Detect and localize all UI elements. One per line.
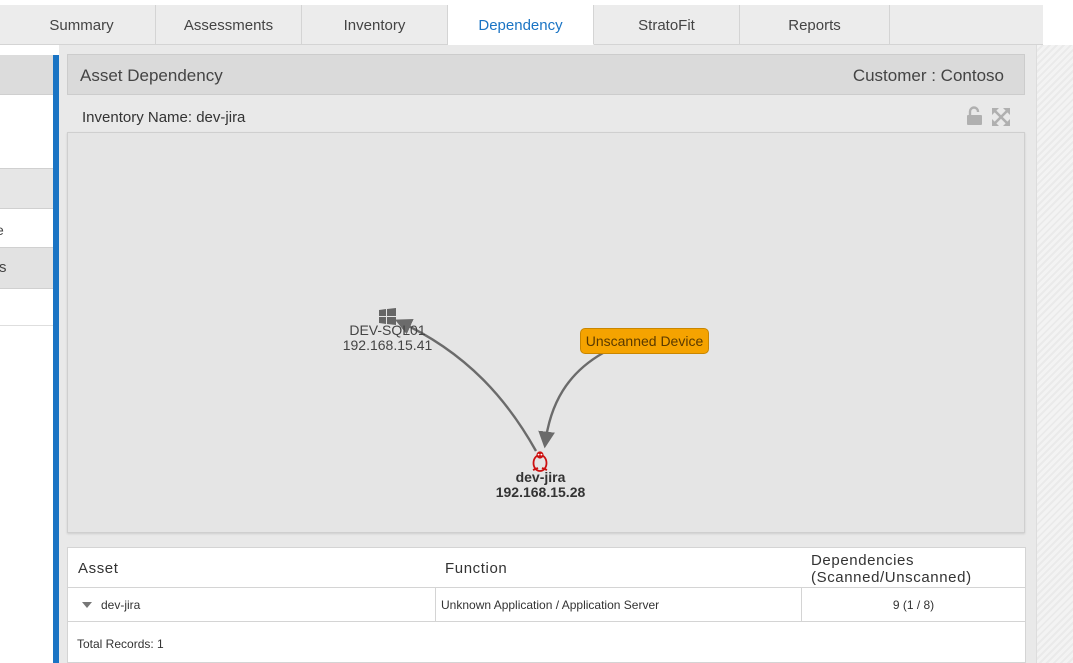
column-header-dependencies-line1: Dependencies bbox=[811, 552, 915, 569]
node-devsql01-ip: 192.168.15.41 bbox=[342, 337, 433, 353]
top-tab-bar: Summary Assessments Inventory Dependency… bbox=[0, 0, 1073, 45]
inventory-name: Inventory Name: dev-jira bbox=[82, 109, 245, 126]
cell-asset: dev-jira bbox=[101, 597, 141, 612]
column-header-function[interactable]: Function bbox=[445, 560, 507, 577]
table-header: Asset Function Dependencies (Scanned/Uns… bbox=[68, 548, 1025, 588]
main-panel: Asset Dependency Customer : Contoso Inve… bbox=[59, 45, 1036, 663]
panel-header: Asset Dependency Customer : Contoso bbox=[67, 54, 1025, 95]
caret-down-icon[interactable] bbox=[82, 601, 92, 608]
total-records: Total Records: 1 bbox=[77, 637, 164, 651]
tab-reports[interactable]: Reports bbox=[740, 5, 890, 45]
sidebar-section[interactable] bbox=[0, 168, 53, 209]
edge-unscanned-to-devjira bbox=[538, 351, 604, 449]
dependency-table: Asset Function Dependencies (Scanned/Uns… bbox=[67, 547, 1026, 663]
row-expand-toggle[interactable]: dev-jira bbox=[68, 588, 436, 621]
sidebar: e s bbox=[0, 45, 53, 663]
tab-summary[interactable]: Summary bbox=[0, 5, 156, 45]
node-devjira-name: dev-jira bbox=[515, 469, 566, 485]
scrollbar-track[interactable] bbox=[1036, 45, 1073, 663]
sidebar-section-active[interactable] bbox=[0, 247, 53, 289]
inventory-name-value: dev-jira bbox=[196, 109, 246, 126]
column-header-asset[interactable]: Asset bbox=[78, 560, 119, 577]
sidebar-item-truncated[interactable]: e bbox=[0, 222, 4, 238]
sidebar-divider bbox=[0, 325, 53, 326]
inventory-name-label: Inventory Name: bbox=[82, 109, 193, 126]
tabs-row: Summary Assessments Inventory Dependency… bbox=[0, 5, 1043, 45]
node-devsql01-name: DEV-SQL01 bbox=[349, 322, 426, 338]
customer-label: Customer : Contoso bbox=[852, 66, 1004, 85]
page-title: Asset Dependency bbox=[80, 66, 223, 85]
sidebar-item-truncated-2[interactable]: s bbox=[0, 259, 7, 276]
sidebar-header bbox=[0, 55, 53, 95]
column-header-dependencies-line2: (Scanned/Unscanned) bbox=[811, 569, 972, 586]
tab-dependency[interactable]: Dependency bbox=[448, 5, 594, 45]
node-unscanned-device[interactable]: Unscanned Device bbox=[580, 328, 709, 354]
node-devjira-label: dev-jira 192.168.15.28 bbox=[483, 470, 598, 500]
node-devsql01-label: DEV-SQL01 192.168.15.41 bbox=[330, 323, 445, 353]
tab-inventory[interactable]: Inventory bbox=[302, 5, 448, 45]
cell-function: Unknown Application / Application Server bbox=[436, 588, 802, 621]
unlock-icon[interactable] bbox=[966, 106, 983, 126]
tab-stratofit[interactable]: StratoFit bbox=[594, 5, 740, 45]
tab-assessments[interactable]: Assessments bbox=[156, 5, 302, 45]
table-row[interactable]: dev-jira Unknown Application / Applicati… bbox=[68, 588, 1025, 622]
column-header-dependencies[interactable]: Dependencies (Scanned/Unscanned) bbox=[811, 552, 972, 586]
expand-icon[interactable] bbox=[991, 107, 1011, 127]
cell-dependencies: 9 (1 / 8) bbox=[892, 597, 935, 612]
dependency-graph[interactable]: DEV-SQL01 192.168.15.41 dev-jira 192.168… bbox=[67, 132, 1025, 533]
node-devjira-ip: 192.168.15.28 bbox=[495, 484, 586, 500]
tab-bar-filler bbox=[890, 5, 1043, 45]
